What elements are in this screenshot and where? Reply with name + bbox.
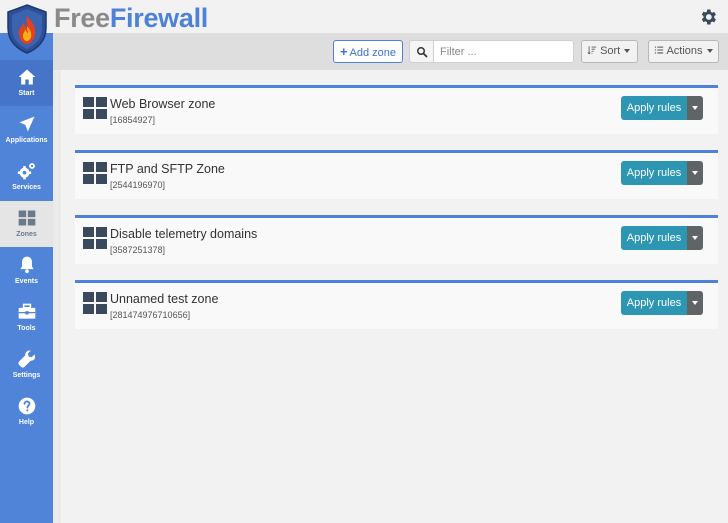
help-icon	[18, 397, 35, 415]
zone-id: [3587251378]	[110, 245, 166, 255]
toolbox-icon	[18, 303, 35, 319]
sidebar-item-label: Settings	[12, 372, 41, 379]
sidebar-item-label: Help	[18, 419, 35, 426]
sidebar-item-help[interactable]: Help	[0, 389, 53, 435]
zone-id: [2544196970]	[110, 180, 166, 190]
apply-rules-button[interactable]: Apply rules	[621, 291, 687, 315]
zones-list: Web Browser zone [16854927] Apply rules …	[61, 70, 728, 523]
zone-grid-icon	[83, 227, 107, 249]
sidebar-item-label: Tools	[17, 325, 36, 332]
sidebar: Start Applications Services Zones Events	[0, 33, 53, 523]
sidebar-item-settings[interactable]: Settings	[0, 342, 53, 388]
chevron-down-icon	[692, 106, 698, 110]
apply-rules-group: Apply rules	[621, 226, 703, 250]
app-title-part2: Firewall	[109, 3, 208, 33]
zones-grid-icon	[18, 210, 35, 226]
sidebar-item-services[interactable]: Services	[0, 154, 53, 200]
wrench-icon	[17, 350, 35, 368]
plus-icon: +	[339, 44, 348, 59]
actions-button[interactable]: Actions	[648, 40, 719, 63]
zone-card: FTP and SFTP Zone [2544196970] Apply rul…	[75, 150, 718, 199]
zone-card: Web Browser zone [16854927] Apply rules	[75, 85, 718, 134]
apply-rules-button[interactable]: Apply rules	[621, 96, 687, 120]
sidebar-item-label: Events	[15, 278, 38, 285]
sidebar-item-label: Applications	[5, 137, 48, 144]
sidebar-item-applications[interactable]: Applications	[0, 107, 53, 153]
sort-button[interactable]: Sort	[581, 40, 638, 63]
apply-rules-button[interactable]: Apply rules	[621, 226, 687, 250]
sidebar-item-start[interactable]: Start	[0, 60, 53, 106]
search-icon	[417, 47, 428, 58]
apply-rules-group: Apply rules	[621, 161, 703, 185]
zone-name[interactable]: Unnamed test zone	[110, 292, 218, 306]
zone-grid-icon	[83, 292, 107, 314]
apply-rules-dropdown[interactable]	[687, 161, 703, 185]
zone-card: Disable telemetry domains [3587251378] A…	[75, 215, 718, 264]
list-icon	[654, 46, 664, 54]
actions-label: Actions	[666, 45, 703, 57]
paper-plane-icon	[19, 116, 34, 132]
apply-rules-group: Apply rules	[621, 291, 703, 315]
apply-rules-dropdown[interactable]	[687, 226, 703, 250]
zone-grid-icon	[83, 162, 107, 184]
bell-icon	[19, 256, 34, 274]
filter-input[interactable]	[433, 40, 574, 63]
zone-id: [16854927]	[110, 115, 156, 125]
chevron-down-icon	[624, 49, 631, 54]
search-addon	[409, 40, 433, 63]
chevron-down-icon	[692, 301, 698, 305]
home-icon	[18, 69, 35, 85]
chevron-down-icon	[692, 171, 698, 175]
add-zone-label: Add zone	[349, 47, 397, 59]
sidebar-item-label: Zones	[16, 231, 37, 238]
gear-icon[interactable]	[698, 7, 718, 27]
sidebar-item-label: Start	[18, 90, 35, 97]
cogs-icon	[17, 163, 35, 180]
zone-grid-icon	[83, 97, 107, 119]
app-title-part1: Free	[54, 3, 110, 33]
sidebar-item-zones[interactable]: Zones	[0, 201, 53, 247]
zone-id: [281474976710656]	[110, 310, 191, 320]
chevron-down-icon	[692, 236, 698, 240]
sort-icon	[587, 46, 597, 55]
apply-rules-button[interactable]: Apply rules	[621, 161, 687, 185]
sort-label: Sort	[600, 45, 621, 57]
apply-rules-dropdown[interactable]	[687, 291, 703, 315]
toolbar: +Add zone Sort Actions	[53, 33, 728, 70]
zone-name[interactable]: FTP and SFTP Zone	[110, 162, 225, 176]
apply-rules-dropdown[interactable]	[687, 96, 703, 120]
apply-rules-group: Apply rules	[621, 96, 703, 120]
app-title: FreeFirewall	[54, 3, 208, 33]
sidebar-item-label: Services	[12, 184, 41, 191]
app-header: FreeFirewall	[0, 0, 728, 33]
sidebar-item-tools[interactable]: Tools	[0, 295, 53, 341]
sidebar-item-events[interactable]: Events	[0, 248, 53, 294]
zone-card: Unnamed test zone [281474976710656] Appl…	[75, 280, 718, 329]
zone-name[interactable]: Disable telemetry domains	[110, 227, 257, 241]
add-zone-button[interactable]: + Add zone	[333, 40, 403, 63]
zone-name[interactable]: Web Browser zone	[110, 97, 215, 111]
chevron-down-icon	[706, 49, 713, 54]
logo-shield-icon	[7, 4, 47, 54]
